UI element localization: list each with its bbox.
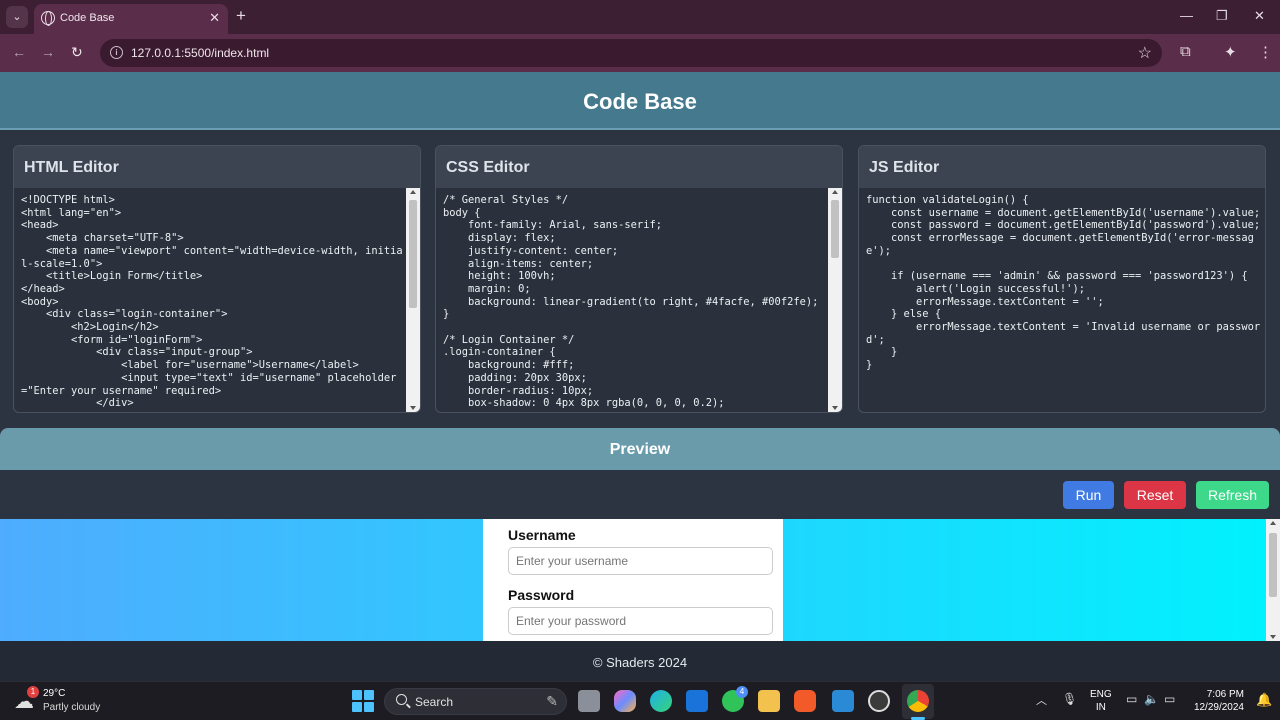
- html-code-textarea[interactable]: <!DOCTYPE html> <html lang="en"> <head> …: [21, 194, 404, 410]
- password-input[interactable]: [508, 607, 773, 635]
- bell-icon[interactable]: 🔔: [1256, 692, 1272, 708]
- display-icon[interactable]: ▭: [1126, 692, 1137, 706]
- extensions-icon[interactable]: ⧉: [1180, 43, 1191, 60]
- editor-title: CSS Editor: [446, 159, 530, 176]
- scroll-down-icon[interactable]: [832, 406, 838, 410]
- address-bar[interactable]: i 127.0.0.1:5500/index.html ☆: [100, 39, 1162, 67]
- taskbar: ☁ 1 29°C Partly cloudy Search ✎ 4 ︿ 🎙 EN…: [0, 681, 1280, 720]
- scroll-down-icon[interactable]: [1270, 635, 1276, 639]
- whatsapp-badge: 4: [736, 686, 748, 698]
- search-icon: [396, 694, 407, 705]
- close-icon[interactable]: ✕: [209, 10, 220, 26]
- weather-badge: 1: [27, 686, 39, 698]
- kebab-menu-icon[interactable]: ⋮: [1258, 43, 1273, 61]
- browser-tab[interactable]: Code Base ✕: [34, 4, 228, 34]
- gemini-icon[interactable]: ✦: [1224, 43, 1237, 61]
- weather-desc[interactable]: Partly cloudy: [43, 702, 100, 713]
- page-footer: © Shaders 2024: [0, 641, 1280, 681]
- browser-toolbar: ← → ↻ i 127.0.0.1:5500/index.html ☆ ⧉ ✦ …: [0, 34, 1280, 72]
- bookmark-star-icon[interactable]: ☆: [1138, 43, 1152, 63]
- username-input[interactable]: [508, 547, 773, 575]
- page-title: Code Base: [583, 89, 697, 114]
- editor-title: JS Editor: [869, 159, 940, 176]
- preview-title: Preview: [609, 441, 671, 458]
- clock-date: 12/29/2024: [1193, 702, 1244, 713]
- tab-search-icon[interactable]: ⌄: [6, 6, 28, 28]
- clock[interactable]: 7:06 PM 12/29/2024: [1190, 688, 1244, 714]
- microphone-icon[interactable]: 🎙: [1062, 692, 1077, 706]
- scroll-down-icon[interactable]: [410, 406, 416, 410]
- brave-icon[interactable]: [794, 690, 816, 712]
- maximize-icon[interactable]: ❐: [1216, 8, 1228, 24]
- app-header: Code Base: [0, 72, 1280, 130]
- editor-header: JS Editor: [859, 146, 1265, 188]
- edge-icon[interactable]: [650, 690, 672, 712]
- chrome-icon[interactable]: [907, 690, 929, 712]
- html-editor: HTML Editor <!DOCTYPE html> <html lang="…: [13, 145, 421, 413]
- start-icon[interactable]: [352, 690, 374, 712]
- chevron-up-icon[interactable]: ︿: [1036, 692, 1047, 708]
- page: Code Base HTML Editor <!DOCTYPE html> <h…: [0, 72, 1280, 681]
- scroll-thumb[interactable]: [409, 200, 417, 308]
- tab-strip: ⌄ Code Base ✕ + — ❐ ✕: [0, 0, 1280, 34]
- battery-icon[interactable]: ▭: [1164, 692, 1175, 706]
- new-tab-icon[interactable]: +: [236, 6, 246, 26]
- obs-icon[interactable]: [868, 690, 890, 712]
- scrollbar[interactable]: [406, 188, 420, 412]
- css-code-textarea[interactable]: /* General Styles */ body { font-family:…: [443, 194, 826, 410]
- site-info-icon[interactable]: i: [110, 46, 123, 59]
- scroll-up-icon[interactable]: [832, 190, 838, 194]
- scroll-up-icon[interactable]: [1270, 521, 1276, 525]
- search-highlight-icon: ✎: [546, 693, 558, 709]
- minimize-icon[interactable]: —: [1180, 8, 1193, 23]
- search-text: Search: [415, 695, 454, 709]
- url-text[interactable]: 127.0.0.1:5500/index.html: [131, 46, 269, 60]
- scroll-thumb[interactable]: [831, 200, 839, 258]
- forward-icon[interactable]: →: [41, 44, 55, 60]
- js-editor: JS Editor function validateLogin() { con…: [858, 145, 1266, 413]
- footer-text: © Shaders 2024: [592, 655, 688, 670]
- lang-line2: IN: [1095, 702, 1106, 713]
- editor-header: CSS Editor: [436, 146, 842, 188]
- password-label: Password: [508, 587, 575, 603]
- reset-button[interactable]: Reset: [1124, 481, 1186, 509]
- scroll-up-icon[interactable]: [410, 190, 416, 194]
- back-icon[interactable]: ←: [12, 44, 26, 60]
- js-code-textarea[interactable]: function validateLogin() { const usernam…: [866, 194, 1261, 410]
- preview-header: Preview: [0, 428, 1280, 470]
- preview-iframe[interactable]: Username Password: [0, 519, 1280, 641]
- volume-icon[interactable]: 🔈: [1144, 692, 1159, 706]
- scroll-thumb[interactable]: [1269, 533, 1277, 597]
- task-view-icon[interactable]: [578, 690, 600, 712]
- copilot-icon[interactable]: [614, 690, 636, 712]
- window-close-icon[interactable]: ✕: [1254, 8, 1265, 24]
- login-container: Username Password: [483, 519, 783, 641]
- lang-line1: ENG: [1090, 689, 1112, 700]
- clock-time: 7:06 PM: [1206, 689, 1244, 700]
- reload-icon[interactable]: ↻: [71, 44, 83, 61]
- language-indicator[interactable]: ENG IN: [1090, 688, 1112, 714]
- file-explorer-icon[interactable]: [758, 690, 780, 712]
- refresh-button[interactable]: Refresh: [1196, 481, 1269, 509]
- editor-title: HTML Editor: [24, 159, 119, 176]
- globe-icon: [41, 11, 55, 26]
- css-editor: CSS Editor /* General Styles */ body { f…: [435, 145, 843, 413]
- username-label: Username: [508, 527, 576, 543]
- preview-scrollbar[interactable]: [1266, 519, 1280, 641]
- editor-header: HTML Editor: [14, 146, 420, 188]
- scrollbar[interactable]: [828, 188, 842, 412]
- run-button[interactable]: Run: [1063, 481, 1114, 509]
- vscode-icon[interactable]: [832, 690, 854, 712]
- taskbar-search[interactable]: Search ✎: [384, 688, 567, 715]
- mail-icon[interactable]: [686, 690, 708, 712]
- tab-title: Code Base: [60, 12, 115, 24]
- weather-temp[interactable]: 29°C: [43, 688, 65, 699]
